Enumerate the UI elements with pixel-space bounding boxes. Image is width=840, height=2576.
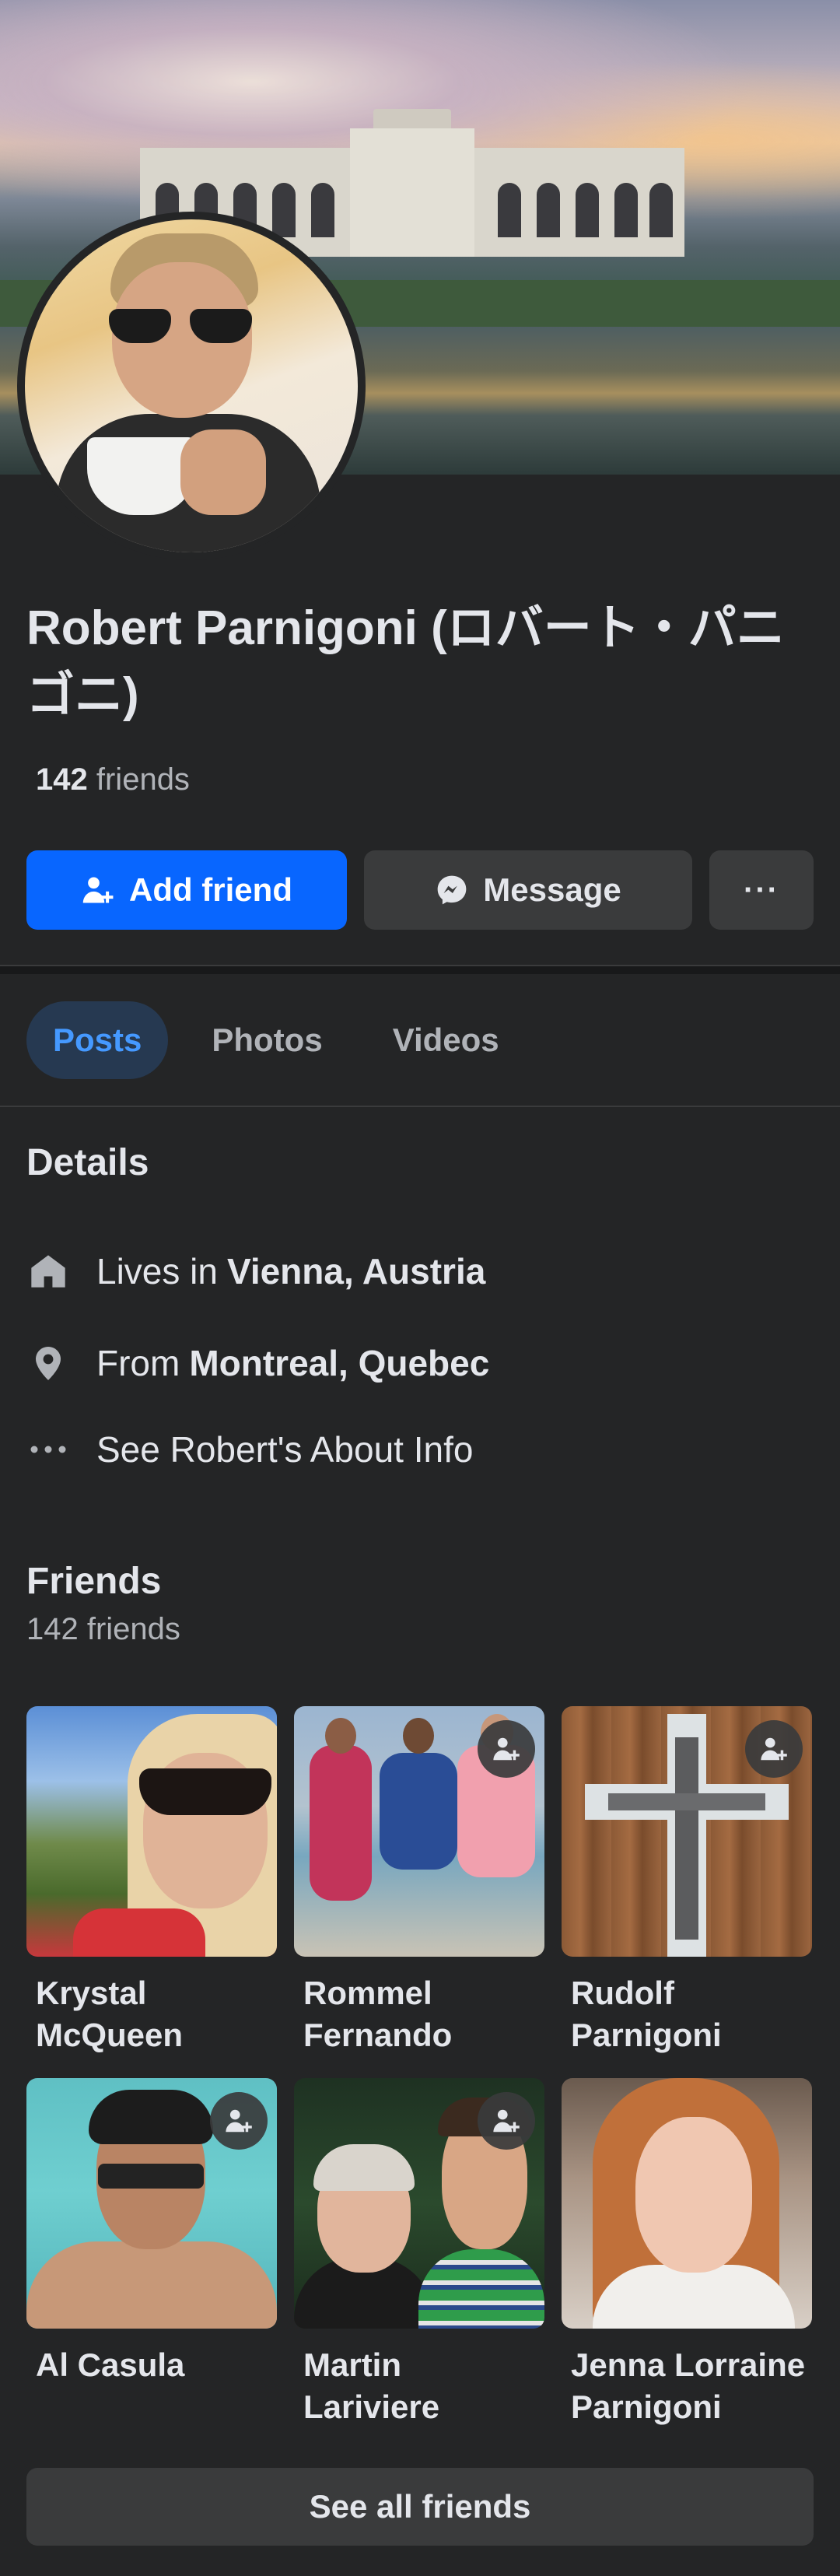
detail-from[interactable]: From Montreal, Quebec	[26, 1336, 489, 1390]
person-plus-icon	[493, 1737, 520, 1761]
friend-card[interactable]: Rommel Fernando	[294, 1706, 544, 2056]
tabs-divider	[0, 1106, 840, 1107]
friend-name[interactable]: Krystal McQueen	[26, 1972, 277, 2056]
friend-photo[interactable]	[294, 1706, 544, 1957]
detail-about-info[interactable]: See Robert's About Info	[26, 1422, 473, 1477]
section-divider	[0, 965, 840, 974]
add-friend-button[interactable]: Add friend	[26, 850, 347, 930]
friends-title: Friends	[26, 1561, 162, 1602]
friend-photo[interactable]	[26, 2078, 277, 2329]
person-plus-icon	[761, 1737, 787, 1761]
person-plus-icon	[82, 877, 114, 903]
friend-name[interactable]: Martin Lariviere	[294, 2344, 544, 2428]
friend-card[interactable]: Jenna Lorraine Parnigoni	[562, 2078, 812, 2428]
from-prefix: From	[96, 1343, 180, 1383]
person-plus-icon	[226, 2109, 252, 2133]
from-place-link[interactable]: Montreal, Quebec	[189, 1342, 489, 1384]
add-friend-label: Add friend	[129, 871, 292, 908]
friend-photo[interactable]	[562, 2078, 812, 2329]
profile-actions: Add friend Message ···	[26, 850, 814, 930]
profile-tabs: Posts Photos Videos	[26, 1001, 543, 1079]
more-dots-icon: ···	[744, 872, 779, 907]
friend-photo[interactable]	[294, 2078, 544, 2329]
more-options-button[interactable]: ···	[709, 850, 814, 930]
tab-videos[interactable]: Videos	[366, 1001, 526, 1079]
friend-count-number: 142	[36, 762, 88, 797]
message-button[interactable]: Message	[364, 850, 692, 930]
friend-name[interactable]: Rudolf Parnigoni	[562, 1972, 812, 2056]
friend-card[interactable]: Krystal McQueen	[26, 1706, 277, 2056]
person-plus-icon	[493, 2109, 520, 2133]
lives-prefix: Lives in	[96, 1251, 218, 1292]
friends-subtitle: 142 friends	[26, 1612, 180, 1646]
messenger-icon	[437, 875, 467, 905]
friend-card[interactable]: Al Casula	[26, 2078, 277, 2386]
friend-count-label: friends	[96, 762, 190, 797]
lives-place-link[interactable]: Vienna, Austria	[227, 1250, 485, 1292]
friend-card[interactable]: Martin Lariviere	[294, 2078, 544, 2428]
message-label: Message	[483, 871, 621, 908]
location-pin-icon	[26, 1341, 70, 1385]
home-icon	[26, 1249, 70, 1293]
add-friend-badge[interactable]	[478, 1720, 535, 1778]
profile-avatar[interactable]	[17, 212, 366, 560]
friend-photo[interactable]	[26, 1706, 277, 1957]
about-info-link[interactable]: See Robert's About Info	[96, 1428, 473, 1470]
tab-photos[interactable]: Photos	[185, 1001, 348, 1079]
add-friend-badge[interactable]	[478, 2092, 535, 2150]
friend-card[interactable]: Rudolf Parnigoni	[562, 1706, 812, 2056]
add-friend-badge[interactable]	[745, 1720, 803, 1778]
tab-posts[interactable]: Posts	[26, 1001, 169, 1079]
see-all-friends-button[interactable]: See all friends	[26, 2468, 814, 2546]
friend-name[interactable]: Jenna Lorraine Parnigoni	[562, 2344, 812, 2428]
detail-lives-in[interactable]: Lives in Vienna, Austria	[26, 1244, 485, 1299]
profile-name: Robert Parnigoni (ロバート・パニゴニ)	[26, 601, 785, 722]
ellipsis-icon	[26, 1428, 70, 1471]
details-title: Details	[26, 1142, 149, 1183]
friend-name[interactable]: Al Casula	[26, 2344, 277, 2386]
profile-friend-count[interactable]: 142 friends	[36, 762, 190, 797]
add-friend-badge[interactable]	[210, 2092, 268, 2150]
friend-photo[interactable]	[562, 1706, 812, 1957]
friend-name[interactable]: Rommel Fernando	[294, 1972, 544, 2056]
